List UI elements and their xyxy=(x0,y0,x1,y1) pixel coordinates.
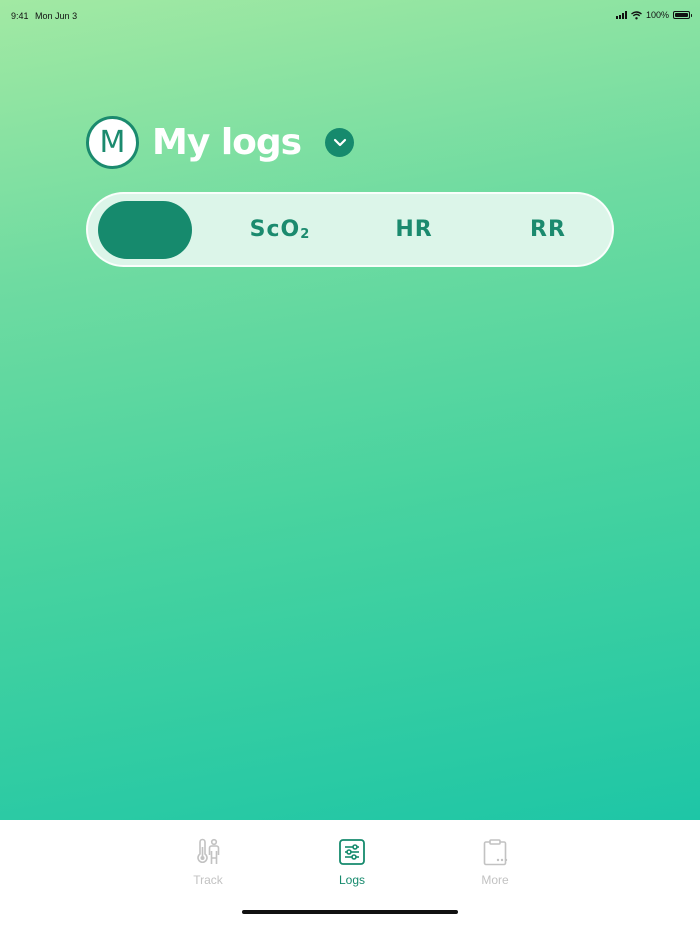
segment-rr[interactable]: RR xyxy=(486,194,610,265)
sliders-icon xyxy=(339,839,365,865)
tab-label-more: More xyxy=(481,873,509,887)
home-indicator[interactable] xyxy=(242,910,458,914)
tab-logs[interactable]: Logs xyxy=(312,838,392,887)
segment-hr[interactable]: HR xyxy=(352,194,476,265)
page-header: M My logs xyxy=(86,116,355,169)
segment-subscript-sco2: 2 xyxy=(300,227,311,242)
tab-label-logs: Logs xyxy=(338,873,366,887)
tab-track[interactable]: Track xyxy=(168,838,248,887)
battery-percent: 100% xyxy=(645,10,669,20)
status-bar: 9:41 Mon Jun 3 100% xyxy=(0,0,700,30)
thermometer-person-icon xyxy=(197,838,220,864)
tab-bar: Track Logs More xyxy=(0,820,700,934)
time-text: 9:41 xyxy=(11,11,29,21)
avatar-letter: M xyxy=(99,125,126,160)
avatar[interactable]: M xyxy=(86,116,139,169)
clipboard-icon xyxy=(483,839,508,866)
chevron-down-icon xyxy=(333,138,346,147)
date-text: Mon Jun 3 xyxy=(35,11,78,21)
profile-dropdown-button[interactable] xyxy=(325,128,355,157)
segment-label-sco2: ScO xyxy=(249,217,301,242)
page-title: My logs xyxy=(152,122,302,163)
segment-label-hr: HR xyxy=(395,217,433,242)
cellular-signal-icon xyxy=(615,11,627,19)
segment-label-rr: RR xyxy=(530,217,566,242)
status-indicators: 100% xyxy=(615,10,692,20)
wifi-icon xyxy=(631,10,642,19)
tab-label-track: Track xyxy=(193,873,223,887)
segment-selected[interactable] xyxy=(98,201,192,259)
segment-sco2[interactable]: ScO 2 xyxy=(218,194,342,265)
metric-segmented-control: ScO 2 HR RR xyxy=(86,192,614,267)
app-screen: 9:41 Mon Jun 3 100% M My logs ScO 2 HR R… xyxy=(0,0,700,820)
status-time: 9:41 Mon Jun 3 xyxy=(11,11,77,21)
tab-more[interactable]: More xyxy=(455,838,535,887)
battery-icon xyxy=(673,11,692,19)
